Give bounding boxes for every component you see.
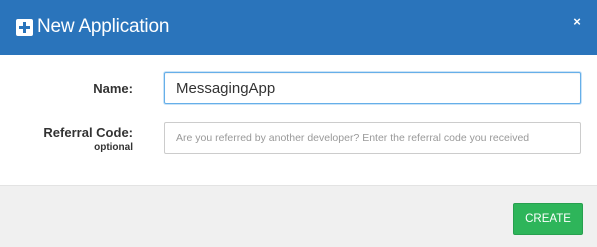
referral-code-input[interactable] [164,122,581,154]
new-application-modal: New Application × Name: Referral Code: o… [0,0,597,247]
modal-title: New Application [37,16,170,37]
close-button[interactable]: × [569,13,585,31]
referral-row: Referral Code: optional [0,122,597,156]
name-label: Name: [93,81,133,96]
optional-label: optional [94,142,133,153]
modal-body: Name: Referral Code: optional [0,55,597,185]
name-input[interactable] [164,72,581,104]
plus-square-icon [16,19,33,36]
name-row: Name: [0,71,597,105]
referral-code-label: Referral Code: [43,125,133,140]
modal-header: New Application × [0,0,597,55]
create-button[interactable]: CREATE [513,203,583,235]
modal-footer: CREATE [0,185,597,247]
